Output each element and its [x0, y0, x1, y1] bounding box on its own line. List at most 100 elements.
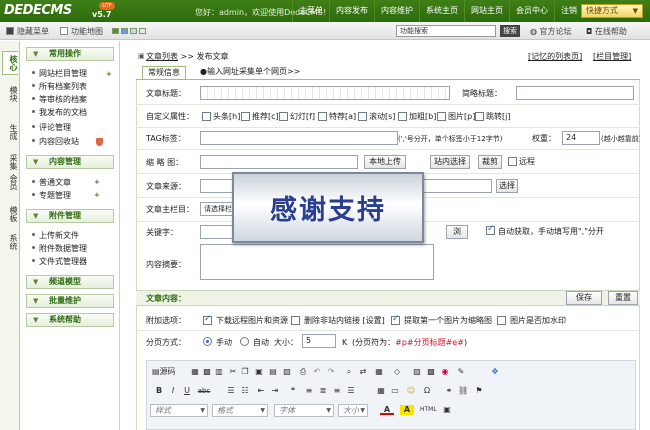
- section-batch[interactable]: ▼ 批量维护: [26, 294, 114, 308]
- sidebar-item-all-docs[interactable]: 所有档案列表: [32, 82, 87, 92]
- strikethrough-button[interactable]: abc: [196, 386, 212, 396]
- short-title-input[interactable]: [516, 86, 634, 100]
- add-icon[interactable]: +: [94, 178, 100, 186]
- tab-generate[interactable]: 生成: [2, 121, 18, 143]
- attr-image-checkbox[interactable]: [437, 112, 446, 121]
- align-justify-icon[interactable]: ☰: [346, 386, 356, 396]
- section-attachments[interactable]: ▼ 附件管理: [26, 209, 114, 223]
- download-remote-checkbox[interactable]: [203, 314, 212, 325]
- tab-module[interactable]: 模块: [2, 83, 18, 105]
- search-button[interactable]: 搜索: [500, 25, 520, 37]
- font-color-button[interactable]: A: [380, 405, 394, 415]
- remove-format-icon[interactable]: ◇: [392, 367, 402, 377]
- cut-icon[interactable]: ✂: [228, 367, 238, 377]
- sidebar-item-upload[interactable]: 上传新文件: [32, 231, 79, 241]
- ordered-list-icon[interactable]: ☰: [226, 386, 236, 396]
- underline-button[interactable]: U: [182, 386, 192, 396]
- unordered-list-icon[interactable]: ☷: [240, 386, 250, 396]
- attr-scroll-checkbox[interactable]: [358, 112, 367, 121]
- remote-checkbox[interactable]: [508, 157, 517, 166]
- source-button[interactable]: ▤源码: [152, 367, 182, 377]
- flash-icon[interactable]: ▩: [426, 367, 436, 377]
- nav-maintain[interactable]: 内容维护: [374, 0, 419, 22]
- column-manage-link[interactable]: [栏目管理]: [593, 51, 631, 62]
- format-select[interactable]: 格式 ▼: [212, 404, 268, 417]
- special-char-icon[interactable]: Ω: [422, 386, 432, 396]
- sidebar-item-comments[interactable]: 评论管理: [32, 123, 71, 133]
- site-select-button[interactable]: 站内选择: [430, 155, 470, 169]
- print-icon[interactable]: ⎙: [298, 367, 308, 377]
- column-select[interactable]: 请选择栏目...: [200, 202, 236, 216]
- image-icon[interactable]: ▨: [412, 367, 422, 377]
- sidebar-item-recycle[interactable]: 内容回收站: [32, 137, 79, 147]
- theme-swatch-blue[interactable]: [121, 28, 128, 34]
- attr-bold-checkbox[interactable]: [398, 112, 407, 121]
- theme-swatch-light[interactable]: [130, 28, 137, 34]
- table-icon[interactable]: ▦: [376, 386, 386, 396]
- nav-member-center[interactable]: 会员中心: [509, 0, 554, 22]
- tab-system[interactable]: 系统: [2, 231, 18, 253]
- crop-button[interactable]: 裁剪: [478, 155, 502, 169]
- section-help[interactable]: ▼ 系统帮助: [26, 313, 114, 327]
- sidebar-item-columns[interactable]: 网站栏目管理: [32, 69, 87, 79]
- paste-word-icon[interactable]: ▧: [282, 367, 292, 377]
- sidebar-item-topics[interactable]: 专题管理: [32, 191, 71, 201]
- page-size-input[interactable]: 5: [302, 334, 336, 348]
- replace-icon[interactable]: ⇄: [358, 367, 368, 377]
- add-icon[interactable]: +: [106, 70, 112, 78]
- tab-member[interactable]: 会员: [2, 171, 18, 193]
- sidebar-item-articles[interactable]: 普通文章: [32, 178, 71, 188]
- nav-main-menu[interactable]: 主菜单: [292, 0, 329, 22]
- align-center-icon[interactable]: ≣: [318, 386, 328, 396]
- keywords-browse-button[interactable]: 浏览...: [446, 225, 468, 239]
- anchor-icon[interactable]: ⚑: [474, 386, 484, 396]
- preview-icon[interactable]: ▩: [202, 367, 212, 377]
- code-icon[interactable]: ▣: [442, 405, 452, 415]
- saved-list-link[interactable]: [记忆的列表页]: [528, 51, 582, 62]
- bg-color-button[interactable]: A: [400, 405, 414, 415]
- media-icon[interactable]: ◉: [440, 367, 450, 377]
- thumb-input[interactable]: [200, 155, 358, 169]
- summary-textarea[interactable]: [200, 244, 434, 280]
- maximize-icon[interactable]: ✥: [490, 367, 500, 377]
- nav-publish[interactable]: 内容发布: [329, 0, 374, 22]
- bold-button[interactable]: B: [154, 386, 164, 396]
- function-search-input[interactable]: 功能搜索: [396, 25, 496, 37]
- attr-headline-checkbox[interactable]: [202, 112, 211, 121]
- tab-core[interactable]: 核心: [2, 51, 18, 75]
- nav-system-home[interactable]: 系统主页: [419, 0, 464, 22]
- source-select-button[interactable]: 选择: [496, 179, 518, 193]
- font-select[interactable]: 字体 ▼: [274, 404, 334, 417]
- copy-icon[interactable]: ❐: [240, 367, 250, 377]
- section-channel-models[interactable]: ▼ 频道模型: [26, 275, 114, 289]
- blockquote-icon[interactable]: ❝: [288, 386, 298, 396]
- hide-menu-toggle[interactable]: 隐藏菜单: [6, 26, 49, 37]
- watermark-checkbox[interactable]: [497, 316, 506, 325]
- undo-icon[interactable]: ↶: [312, 367, 322, 377]
- reset-button[interactable]: 重置: [608, 291, 638, 305]
- theme-swatch-gray[interactable]: [139, 28, 146, 34]
- italic-button[interactable]: I: [168, 386, 178, 396]
- section-common-ops[interactable]: ▼ 常用操作: [26, 47, 114, 61]
- html-button[interactable]: HTML: [420, 405, 437, 415]
- tab-template[interactable]: 模板: [2, 203, 18, 225]
- save-doc-icon[interactable]: ▦: [190, 367, 200, 377]
- nav-logout[interactable]: 注销: [554, 0, 583, 22]
- sidebar-item-pending[interactable]: 等审核的档案: [32, 95, 87, 105]
- style-select[interactable]: 样式 ▼: [150, 404, 208, 417]
- tag-input[interactable]: [200, 131, 398, 145]
- title-input[interactable]: [200, 86, 450, 100]
- outdent-icon[interactable]: ⇤: [256, 386, 266, 396]
- attr-slide-checkbox[interactable]: [279, 112, 288, 121]
- tab-collect-url[interactable]: ●输入网址采集单个网页>>: [195, 66, 305, 79]
- hr-icon[interactable]: ▭: [390, 386, 400, 396]
- template-icon[interactable]: ▥: [214, 367, 224, 377]
- remove-links-checkbox[interactable]: [291, 316, 300, 325]
- keywords-input[interactable]: [200, 225, 236, 239]
- sidebar-item-attach-data[interactable]: 附件数据管理: [32, 244, 87, 254]
- nav-site-home[interactable]: 网站主页: [464, 0, 509, 22]
- quick-menu-button[interactable]: 快捷方式 ▼: [581, 4, 643, 18]
- attr-jump-checkbox[interactable]: [475, 112, 484, 121]
- first-image-thumb-checkbox[interactable]: [391, 314, 400, 325]
- link-icon[interactable]: ⚭: [444, 386, 454, 396]
